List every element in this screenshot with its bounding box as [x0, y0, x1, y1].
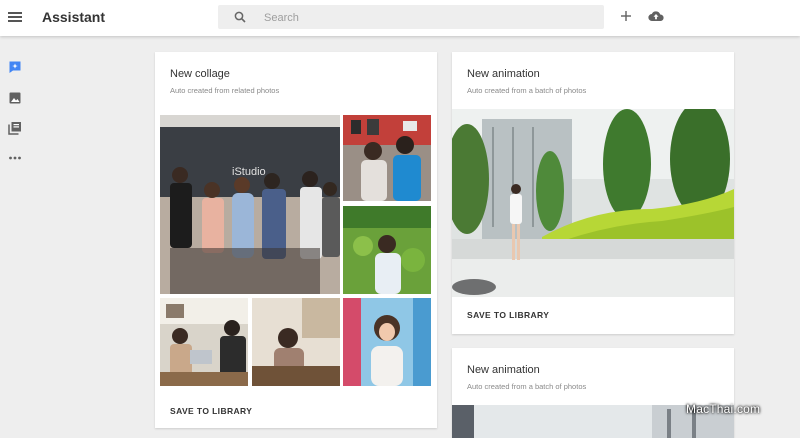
svg-text:iStudio: iStudio [232, 166, 266, 178]
search-bar[interactable] [218, 5, 604, 29]
card-title: New collage [170, 68, 230, 80]
animation-photo-image [452, 109, 734, 297]
collage-photo-garden[interactable] [343, 206, 431, 294]
add-icon[interactable] [619, 9, 633, 23]
collage-photo-office[interactable] [160, 298, 248, 386]
albums-icon[interactable] [8, 121, 22, 135]
top-app-bar: Assistant [0, 0, 800, 36]
animation-photo[interactable] [452, 109, 734, 297]
group-photo-image: iStudio [160, 115, 340, 294]
collage-photo-couple[interactable] [343, 115, 431, 201]
collage-photo-portrait[interactable] [343, 298, 431, 386]
photo-icon[interactable] [8, 91, 22, 105]
cloud-upload-icon[interactable] [648, 9, 664, 23]
portrait-photo-image [343, 298, 431, 386]
collage-photo-cafe[interactable] [252, 298, 340, 386]
more-horiz-icon[interactable] [8, 151, 22, 165]
card-title: New animation [467, 68, 540, 80]
animation-card: New animation Auto created from a batch … [452, 52, 734, 334]
collage-photo-group[interactable]: iStudio [160, 115, 340, 294]
card-title: New animation [467, 364, 540, 376]
cafe-photo-image [252, 298, 340, 386]
save-to-library-button[interactable]: SAVE TO LIBRARY [467, 310, 549, 320]
search-input[interactable] [262, 8, 586, 28]
app-title: Assistant [42, 9, 106, 25]
menu-icon[interactable] [8, 9, 24, 25]
collage-card: New collage Auto created from related ph… [155, 52, 437, 428]
couple-photo-image [343, 115, 431, 201]
assistant-icon[interactable] [8, 60, 22, 74]
garden-photo-image [343, 206, 431, 294]
office-photo-image [160, 298, 248, 386]
card-subtitle: Auto created from a batch of photos [467, 86, 587, 95]
search-icon [234, 11, 246, 23]
card-subtitle: Auto created from a batch of photos [467, 382, 587, 391]
card-subtitle: Auto created from related photos [170, 86, 280, 95]
animation-card-2: New animation Auto created from a batch … [452, 348, 734, 438]
watermark-text: MacThai.com [686, 402, 761, 416]
save-to-library-button[interactable]: SAVE TO LIBRARY [170, 406, 252, 416]
